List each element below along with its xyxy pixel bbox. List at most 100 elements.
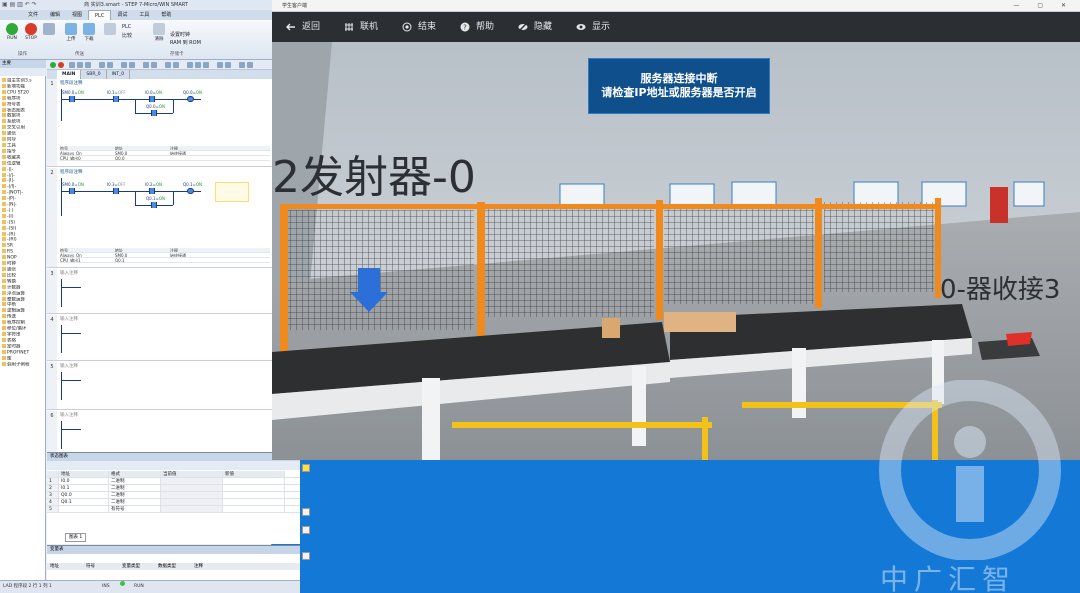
window-controls[interactable]: — ▢ ✕	[1013, 0, 1074, 12]
help-button[interactable]: ? 帮助	[460, 12, 494, 42]
coil-q0-0[interactable]	[187, 96, 194, 102]
status-chart-toolbar[interactable]	[47, 461, 300, 470]
address-cell[interactable]: I0.1	[59, 485, 109, 491]
ladder-network-2[interactable]: 2 程序段注释 SM0.0=ON I0.3=OFF I0.2=ON Q0.1=O…	[47, 168, 272, 268]
modify-button[interactable]	[101, 23, 119, 36]
compare-button[interactable]: 比较	[122, 32, 132, 39]
toolbar-icon[interactable]	[77, 62, 83, 68]
contact-i0-1[interactable]	[113, 96, 119, 102]
hide-button[interactable]: 隐藏	[518, 12, 552, 42]
menu-file[interactable]: 文件	[22, 10, 44, 20]
ram-rom-button[interactable]: RAM 到 ROM	[170, 39, 201, 46]
new-cell[interactable]	[223, 478, 285, 484]
contact-q0-1-parallel[interactable]	[151, 202, 157, 208]
toolbar-icon[interactable]	[165, 62, 171, 68]
ladder-network-6[interactable]: 6 输入注释	[47, 411, 272, 452]
set-clock-button[interactable]: 设置时钟	[170, 31, 190, 38]
quick-access-toolbar[interactable]: ▣ ▤ ▥ ↶ ↷	[2, 1, 37, 8]
address-header: 地址	[115, 146, 123, 150]
address-cell[interactable]: Q0.0	[59, 492, 109, 498]
ladder-network-5[interactable]: 5 输入注释	[47, 362, 272, 410]
address-cell[interactable]	[59, 506, 109, 512]
new-cell[interactable]	[223, 485, 285, 491]
end-button[interactable]: 结束	[402, 12, 436, 42]
compile-button[interactable]	[40, 23, 58, 36]
address-cell[interactable]: I0.0	[59, 478, 109, 484]
plc-info-button[interactable]: PLC	[122, 24, 131, 30]
format-cell[interactable]: 有符号	[109, 506, 161, 512]
table-row[interactable]: 1 I0.0 二进制	[47, 478, 300, 485]
connect-button[interactable]: 联机	[344, 12, 378, 42]
table-row[interactable]: 3 Q0.0 二进制	[47, 492, 300, 499]
tree-item[interactable]: 调用子例程	[2, 361, 46, 368]
stop-small-icon[interactable]	[58, 62, 64, 68]
toolbar-icon[interactable]	[247, 62, 253, 68]
table-row[interactable]: 4 Q0.1 二进制	[47, 499, 300, 506]
menu-help[interactable]: 帮助	[155, 10, 177, 20]
contact-i0-2[interactable]	[149, 188, 155, 194]
table-row[interactable]: 2 I0.1 二进制	[47, 485, 300, 492]
menu-debug[interactable]: 调试	[111, 10, 133, 20]
cargo-box[interactable]	[602, 318, 620, 338]
toolbar-icon[interactable]	[143, 62, 149, 68]
ladder-network-4[interactable]: 4 输入注释	[47, 315, 272, 361]
format-cell[interactable]: 二进制	[109, 499, 161, 505]
run-button[interactable]: RUN	[3, 23, 21, 41]
toolbar-icon[interactable]	[195, 62, 201, 68]
desktop-icon[interactable]	[302, 464, 310, 472]
folder-icon	[2, 196, 6, 201]
run-small-icon[interactable]	[50, 62, 56, 68]
tree-item-label: 数据块	[7, 113, 21, 119]
ladder-network-1[interactable]: 1 程序段注释 SM0.0=ON I0.1=OFF I0.0=ON Q0.0=O…	[47, 79, 272, 167]
menu-edit[interactable]: 编辑	[44, 10, 66, 20]
contact-i0-3[interactable]	[113, 188, 119, 194]
tree-toolbar[interactable]	[0, 68, 46, 76]
stop-button[interactable]: STOP	[22, 23, 40, 41]
toolbar-icon[interactable]	[85, 62, 91, 68]
tree-item-label: 指令	[7, 149, 16, 155]
back-button[interactable]: 返回	[286, 12, 320, 42]
coil-q0-1[interactable]	[187, 188, 194, 194]
download-button[interactable]: 下载	[80, 23, 98, 42]
toolbar-icon[interactable]	[107, 62, 113, 68]
show-button[interactable]: 显示	[576, 12, 610, 42]
format-cell[interactable]: 二进制	[109, 485, 161, 491]
edit-cursor-box[interactable]	[215, 182, 249, 202]
new-cell[interactable]	[223, 499, 285, 505]
cargo-box[interactable]	[664, 312, 736, 332]
toolbar-icon[interactable]	[99, 62, 105, 68]
upload-button[interactable]: 上传	[62, 23, 80, 42]
toolbar-icon[interactable]	[173, 62, 179, 68]
erase-button[interactable]: 清除	[150, 23, 168, 42]
table-row[interactable]: 5 有符号	[47, 506, 300, 513]
format-cell[interactable]: 二进制	[109, 492, 161, 498]
contact-sm0-0[interactable]	[69, 96, 75, 102]
tab-main[interactable]: MAIN	[57, 70, 82, 79]
toolbar-icon[interactable]	[217, 62, 223, 68]
toolbar-icon[interactable]	[121, 62, 127, 68]
desktop-icon[interactable]	[302, 552, 310, 560]
tab-int0[interactable]: INT_0	[107, 70, 131, 79]
ladder-network-3[interactable]: 3 输入注释	[47, 269, 272, 314]
address-cell[interactable]: Q0.1	[59, 499, 109, 505]
menu-plc[interactable]: PLC	[88, 10, 112, 20]
contact-i0-0[interactable]	[149, 96, 155, 102]
toolbar-icon[interactable]	[151, 62, 157, 68]
toolbar-icon[interactable]	[187, 62, 193, 68]
toolbar-icon[interactable]	[129, 62, 135, 68]
new-cell[interactable]	[223, 506, 285, 512]
toolbar-icon[interactable]	[225, 62, 231, 68]
contact-sm0-0[interactable]	[69, 188, 75, 194]
toolbar-icon[interactable]	[69, 62, 75, 68]
contact-q0-0-parallel[interactable]	[151, 110, 157, 116]
toolbar-icon[interactable]	[203, 62, 209, 68]
new-cell[interactable]	[223, 492, 285, 498]
menu-view[interactable]: 视图	[66, 10, 88, 20]
menu-tools[interactable]: 工具	[133, 10, 155, 20]
chart-tab-1[interactable]: 图表 1	[65, 533, 87, 542]
desktop-icon[interactable]	[302, 526, 310, 534]
desktop-icon[interactable]	[302, 508, 310, 516]
tab-sbr0[interactable]: SBR_0	[81, 70, 107, 79]
toolbar-icon[interactable]	[239, 62, 245, 68]
format-cell[interactable]: 二进制	[109, 478, 161, 484]
